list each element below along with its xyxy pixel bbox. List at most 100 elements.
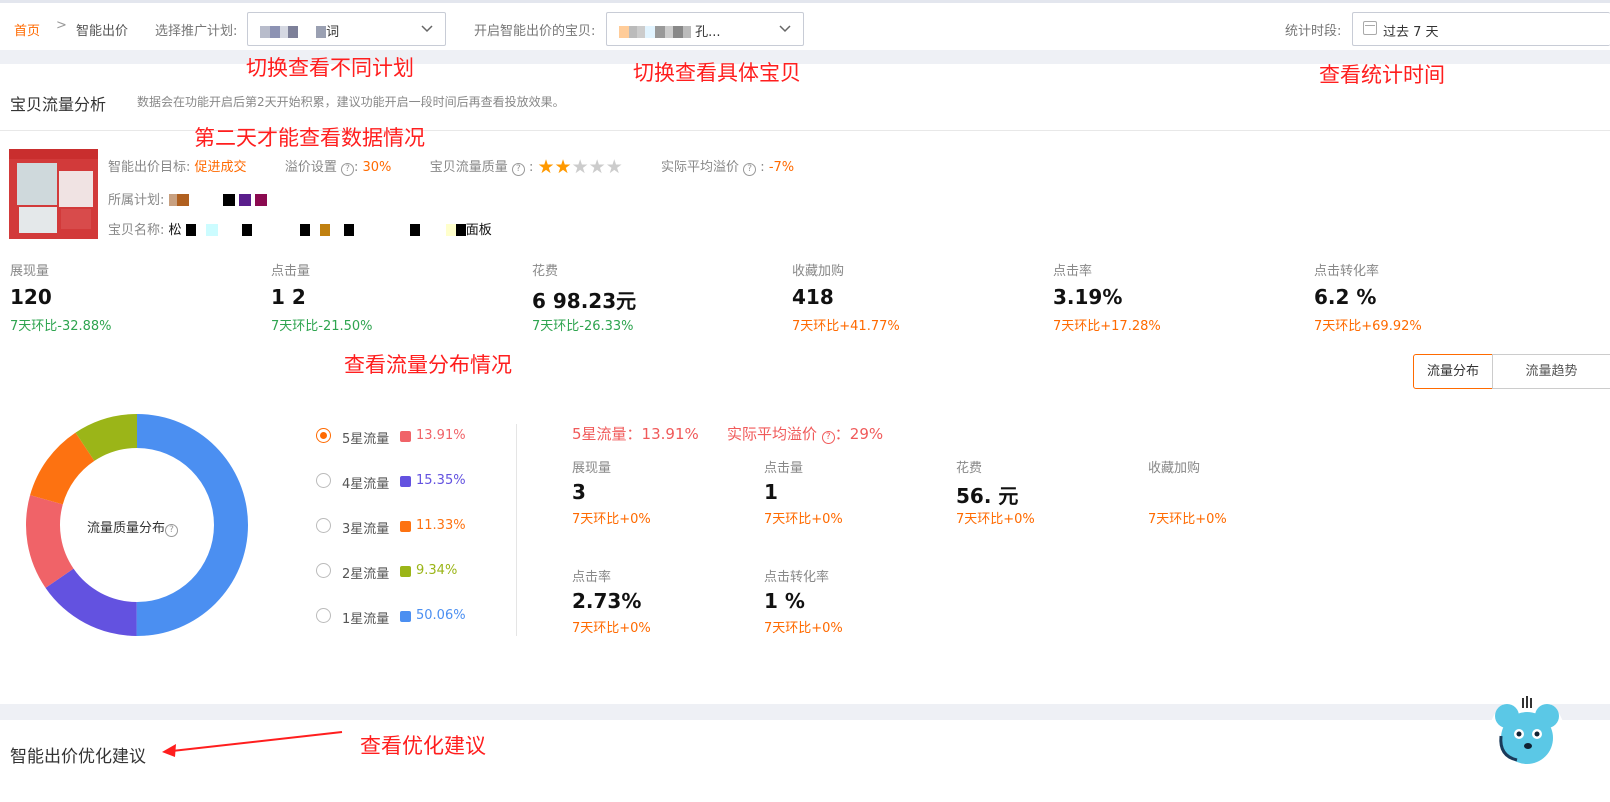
legend-swatch xyxy=(400,611,411,622)
metric-change: 7天环比+0% xyxy=(1148,512,1227,527)
donut-center-label: 流量质量分布? xyxy=(87,517,179,537)
metric-change: 7天环比-21.50% xyxy=(271,319,373,334)
help-icon[interactable]: ? xyxy=(511,163,525,176)
metric-change: 7天环比-32.88% xyxy=(10,319,112,334)
period-select[interactable]: 过去 7 天 xyxy=(1352,12,1610,46)
radio-button[interactable] xyxy=(316,518,331,533)
plan-select-label: 选择推广计划: xyxy=(155,24,238,39)
metric-change: 7天环比+0% xyxy=(956,512,1035,527)
period-select-label: 统计时段: xyxy=(1285,24,1342,39)
annotation-day-two: 第二天才能查看数据情况 xyxy=(194,126,425,150)
star-icon: ★ xyxy=(554,156,572,178)
donut-slice-4-star[interactable] xyxy=(45,568,137,636)
metric-value: 418 xyxy=(792,285,834,309)
legend-percent: 50.06% xyxy=(416,608,466,623)
plan-name-label: 所属计划: xyxy=(108,193,165,208)
breadcrumb-home-link[interactable]: 首页 xyxy=(14,20,40,39)
metric-label: 花费 xyxy=(532,264,559,279)
metric-card: 收藏加购 418 7天环比+41.77% xyxy=(792,260,900,334)
radio-button[interactable] xyxy=(316,428,331,443)
metric-change: 7天环比+0% xyxy=(764,621,843,636)
metric-card: 点击率 3.19% 7天环比+17.28% xyxy=(1053,260,1161,334)
detail-metric-card: 点击率 2.73% 7天环比+0% xyxy=(572,566,651,636)
goal-label: 智能出价目标: xyxy=(108,160,191,175)
metric-change: 7天环比+17.28% xyxy=(1053,319,1161,334)
metric-change: 7天环比+0% xyxy=(572,512,651,527)
help-icon[interactable]: ? xyxy=(821,431,835,444)
breadcrumb-current: 智能出价 xyxy=(76,24,129,39)
metric-value: 1 % xyxy=(764,589,805,613)
radio-button[interactable] xyxy=(316,608,331,623)
assistant-robot-icon[interactable] xyxy=(1487,686,1567,776)
legend-label: 4星流量 xyxy=(342,477,390,492)
star-icon: ★ xyxy=(571,156,589,178)
item-traffic-analysis-card: 宝贝流量分析 数据会在功能开启后第2天开始积累，建议功能开启一段时间后再查看投放… xyxy=(0,64,1610,704)
metric-value: 2.73% xyxy=(572,589,642,613)
item-info-row-3: 宝贝名称: 松 面板 xyxy=(108,219,492,238)
section-note: 数据会在功能开启后第2天开始积累，建议功能开启一段时间后再查看投放效果。 xyxy=(137,95,565,109)
star-icon: ★ xyxy=(537,156,555,178)
metric-label: 点击率 xyxy=(572,570,612,585)
plan-select[interactable]: 词 xyxy=(247,12,446,46)
star-icon: ★ xyxy=(588,156,606,178)
selected-flow-summary: 5星流量：13.91% xyxy=(572,425,699,443)
avg-premium-value: -7% xyxy=(768,160,795,175)
detail-metric-card: 点击量 1 7天环比+0% xyxy=(764,457,843,527)
divider xyxy=(516,424,517,636)
premium-label: 溢价设置 xyxy=(284,160,337,175)
metric-change: 7天环比+0% xyxy=(764,512,843,527)
metric-label: 点击率 xyxy=(1053,264,1093,279)
annotation-switch-plan: 切换查看不同计划 xyxy=(246,56,414,80)
item-select-value: 孔... xyxy=(619,21,721,40)
detail-metric-card: 点击转化率 1 % 7天环比+0% xyxy=(764,566,843,636)
radio-button[interactable] xyxy=(316,473,331,488)
star-icon: ★ xyxy=(605,156,623,178)
metric-label: 收藏加购 xyxy=(792,264,845,279)
metric-value: 6.2 % xyxy=(1314,285,1377,309)
annotation-view-suggestion: 查看优化建议 xyxy=(360,734,486,758)
avg-premium-label: 实际平均溢价 xyxy=(661,160,740,175)
metric-label: 点击转化率 xyxy=(764,570,830,585)
item-thumbnail xyxy=(9,149,98,239)
legend-swatch xyxy=(400,431,411,442)
help-icon[interactable]: ? xyxy=(165,524,179,537)
legend-percent: 11.33% xyxy=(416,518,466,533)
metric-label: 收藏加购 xyxy=(1148,461,1201,476)
help-icon[interactable]: ? xyxy=(340,163,354,176)
legend-label: 2星流量 xyxy=(342,567,390,582)
metric-value: 3.19% xyxy=(1053,285,1123,309)
legend-label: 5星流量 xyxy=(342,432,390,447)
detail-metric-card: 收藏加购 7天环比+0% xyxy=(1148,457,1227,527)
quality-label: 宝贝流量质量 xyxy=(429,160,508,175)
legend-percent: 15.35% xyxy=(416,473,466,488)
section-title: 宝贝流量分析 xyxy=(10,95,107,114)
premium-value: 30% xyxy=(362,160,392,175)
legend-swatch xyxy=(400,566,411,577)
metric-card: 花费 6 98.23元 7天环比-26.33% xyxy=(532,260,636,334)
annotation-arrow-icon xyxy=(162,731,343,757)
legend-swatch xyxy=(400,476,411,487)
tab-traffic-distribution[interactable]: 流量分布 xyxy=(1413,354,1493,389)
annotation-view-period: 查看统计时间 xyxy=(1319,63,1445,87)
item-info-row-2: 所属计划: xyxy=(108,189,267,208)
suggestion-title: 智能出价优化建议 xyxy=(10,747,146,767)
legend-label: 3星流量 xyxy=(342,522,390,537)
metric-value xyxy=(1148,480,1227,506)
metric-value: 120 xyxy=(10,285,52,309)
metric-label: 展现量 xyxy=(10,264,50,279)
quality-star-rating: ★★★★★ xyxy=(537,156,623,178)
legend-percent: 9.34% xyxy=(416,563,458,578)
metric-label: 点击转化率 xyxy=(1314,264,1380,279)
radio-button[interactable] xyxy=(316,563,331,578)
item-select[interactable]: 孔... xyxy=(606,12,804,46)
selected-premium-summary: 实际平均溢价 ? ：29% xyxy=(727,425,884,444)
plan-select-value: 词 xyxy=(260,21,339,40)
metric-change: 7天环比+0% xyxy=(572,621,651,636)
chevron-down-icon xyxy=(421,25,433,33)
help-icon[interactable]: ? xyxy=(743,163,757,176)
tab-traffic-trend[interactable]: 流量趋势 xyxy=(1492,354,1610,389)
metric-value: 3 xyxy=(572,480,586,504)
item-name-value: 松 面板 xyxy=(168,223,492,238)
item-info-row-1: 智能出价目标: 促进成交 溢价设置 ?: 30% 宝贝流量质量 ? : ★★★★… xyxy=(108,156,795,178)
metric-label: 花费 xyxy=(956,461,983,476)
